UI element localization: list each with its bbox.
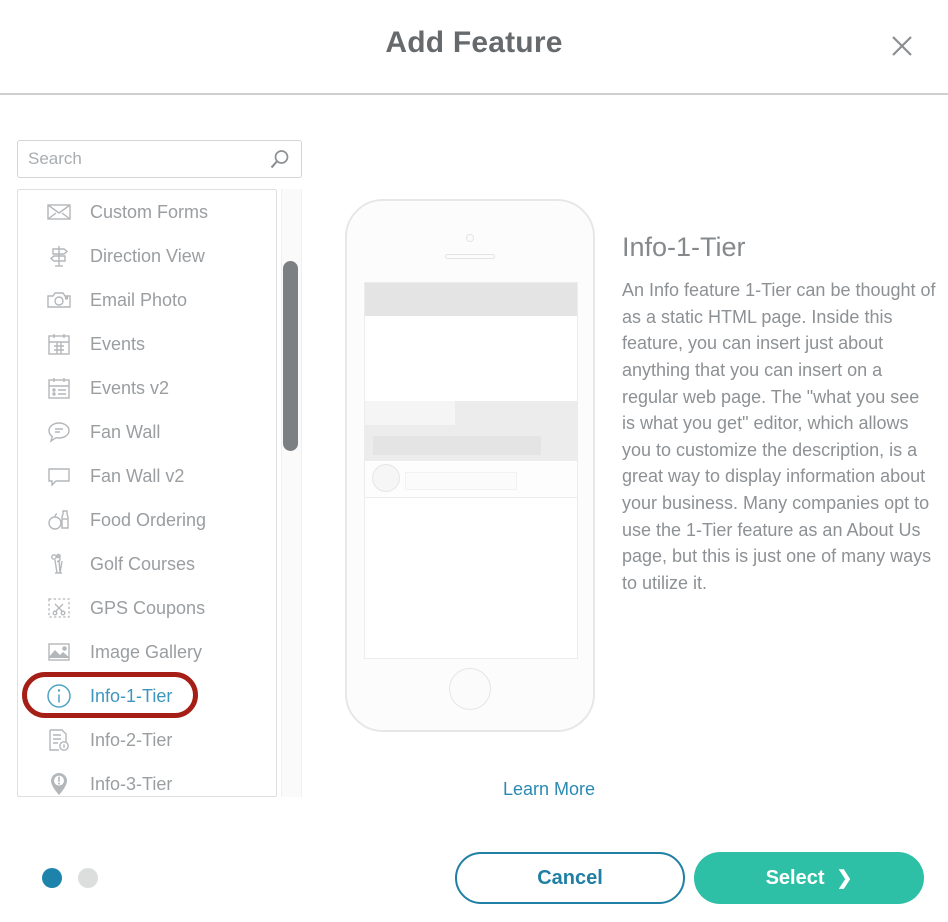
phone-camera-icon: [466, 234, 474, 242]
phone-home-button: [449, 668, 491, 710]
feature-list-item-label: Custom Forms: [90, 201, 209, 222]
feature-list-item[interactable]: Direction View: [18, 234, 276, 278]
feature-list-item-label: Golf Courses: [90, 553, 196, 574]
wireframe-header-bar: [365, 283, 577, 316]
feature-list-item[interactable]: Email Photo: [18, 278, 276, 322]
feature-list-item-label: Events v2: [90, 377, 170, 398]
list-scrollbar-thumb[interactable]: [283, 261, 298, 451]
feature-list-item-label: Fan Wall v2: [90, 465, 185, 486]
info-circle-icon: [44, 681, 74, 711]
feature-list-item-label: Fan Wall: [90, 421, 161, 442]
modal-header: Add Feature: [0, 0, 948, 95]
feature-list: Custom Forms Direction View Email Photo Eve…: [18, 190, 276, 796]
select-button[interactable]: Select ❯: [694, 852, 924, 904]
calendar-list-icon: [44, 373, 74, 403]
document-info-icon: [44, 725, 74, 755]
envelope-icon: [44, 197, 74, 227]
select-button-label: Select: [765, 866, 825, 889]
feature-list-item[interactable]: Info-1-Tier: [18, 674, 276, 718]
cancel-button[interactable]: Cancel: [455, 852, 685, 904]
feature-list-panel[interactable]: Custom Forms Direction View Email Photo Eve…: [17, 189, 277, 797]
wireframe-avatar: [372, 464, 400, 492]
search-input[interactable]: [18, 141, 263, 177]
feature-list-item[interactable]: GPS Coupons: [18, 586, 276, 630]
wireframe-row-line: [405, 472, 517, 490]
wireframe-band-3-inner: [373, 436, 541, 455]
close-icon[interactable]: [886, 30, 918, 62]
feature-list-item[interactable]: Golf Courses: [18, 542, 276, 586]
feature-list-item[interactable]: Fan Wall: [18, 410, 276, 454]
pager-dot[interactable]: [78, 868, 98, 888]
feature-detail: Info-1-Tier An Info feature 1-Tier can b…: [622, 232, 937, 597]
feature-list-item-label: Food Ordering: [90, 509, 207, 530]
phone-screen-wireframe: [364, 282, 578, 659]
feature-list-item-label: Direction View: [90, 245, 205, 266]
chat-box-icon: [44, 461, 74, 491]
feature-list-item-label: Email Photo: [90, 289, 188, 310]
feature-list-item-label: Image Gallery: [90, 641, 203, 662]
feature-detail-description: An Info feature 1-Tier can be thought of…: [622, 280, 936, 593]
feature-list-item[interactable]: Image Gallery: [18, 630, 276, 674]
chevron-right-icon: ❯: [836, 867, 853, 889]
search-box[interactable]: [17, 140, 302, 178]
learn-more-link[interactable]: Learn More: [0, 779, 948, 800]
signpost-icon: [44, 241, 74, 271]
calendar-grid-icon: [44, 329, 74, 359]
pager-dot[interactable]: [42, 868, 62, 888]
phone-mockup: [345, 199, 595, 732]
feature-list-item-label: Info-1-Tier: [90, 685, 173, 706]
feature-list-item-label: GPS Coupons: [90, 597, 206, 618]
page-title: Add Feature: [385, 26, 563, 59]
golf-clubs-icon: [44, 549, 74, 579]
wireframe-blank-block: [365, 316, 577, 401]
search-icon[interactable]: [268, 148, 292, 172]
feature-list-item[interactable]: Fan Wall v2: [18, 454, 276, 498]
feature-list-item[interactable]: Custom Forms: [18, 190, 276, 234]
food-bottle-icon: [44, 505, 74, 535]
feature-detail-title: Info-1-Tier: [622, 232, 746, 262]
feature-list-item-label: Events: [90, 333, 146, 354]
feature-list-item[interactable]: Info-2-Tier: [18, 718, 276, 762]
wireframe-band-2-inner: [365, 401, 455, 425]
coupon-scissors-icon: [44, 593, 74, 623]
wireframe-blank-block-2: [365, 499, 577, 658]
phone-speaker: [445, 254, 495, 259]
feature-list-item[interactable]: Food Ordering: [18, 498, 276, 542]
feature-list-item[interactable]: Events v2: [18, 366, 276, 410]
speech-bubble-icon: [44, 417, 74, 447]
feature-list-item-label: Info-2-Tier: [90, 729, 173, 750]
image-icon: [44, 637, 74, 667]
pager-dots: [42, 868, 98, 888]
add-feature-modal: Add Feature Custom Forms Direction View Em…: [0, 0, 948, 922]
camera-icon: [44, 285, 74, 315]
feature-list-item[interactable]: Events: [18, 322, 276, 366]
